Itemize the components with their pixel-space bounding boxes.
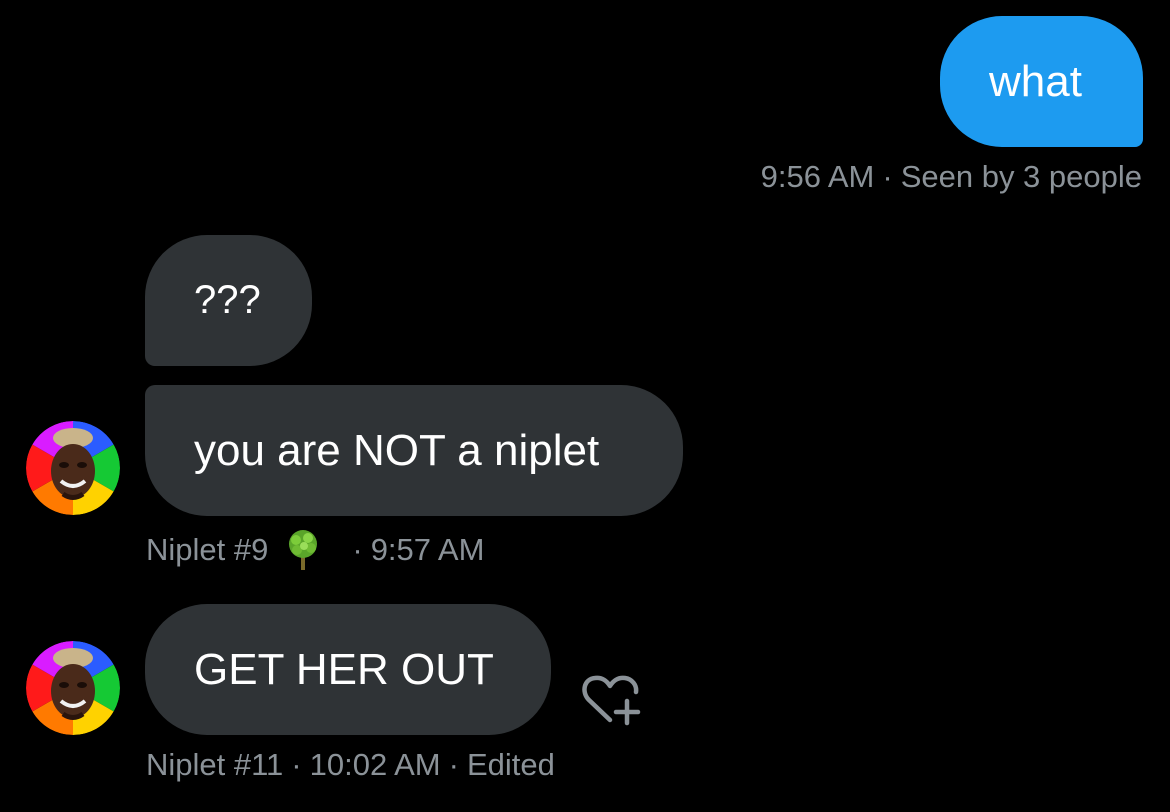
message-time: 10:02 AM	[309, 747, 441, 782]
add-reaction-button[interactable]	[580, 670, 644, 730]
incoming-message-meta: Niplet #11 · 10:02 AM · Edited	[146, 747, 555, 783]
incoming-message-meta: Niplet #9 · 9:57 AM	[146, 528, 484, 572]
incoming-message-bubble[interactable]: GET HER OUT	[145, 604, 551, 735]
message-time: 9:57 AM	[370, 532, 485, 567]
edited-label: Edited	[466, 747, 555, 782]
message-time: 9:56 AM	[760, 159, 875, 194]
tree-icon	[284, 528, 322, 572]
separator-dot: ·	[291, 747, 302, 782]
seen-status: Seen by 3 people	[900, 159, 1142, 194]
separator-dot: ·	[882, 159, 893, 194]
sender-name[interactable]: Niplet #11	[146, 747, 283, 783]
avatar-image	[26, 421, 120, 515]
sender-avatar[interactable]	[26, 421, 120, 515]
sender-name[interactable]: Niplet #9	[146, 532, 268, 568]
outgoing-message-meta: 9:56 AM · Seen by 3 people	[761, 159, 1142, 195]
separator-dot: ·	[448, 747, 459, 782]
heart-plus-icon	[582, 675, 641, 726]
message-text: GET HER OUT	[194, 644, 494, 694]
incoming-message-bubble[interactable]: ???	[145, 235, 312, 366]
message-text: ???	[194, 278, 261, 322]
outgoing-message-bubble[interactable]: what	[940, 16, 1143, 147]
incoming-message-bubble[interactable]: you are NOT a niplet	[145, 385, 683, 516]
message-text: you are NOT a niplet	[194, 425, 600, 475]
separator-dot: ·	[352, 532, 363, 567]
message-text: what	[989, 56, 1082, 106]
avatar-image	[26, 641, 120, 735]
sender-avatar[interactable]	[26, 641, 120, 735]
